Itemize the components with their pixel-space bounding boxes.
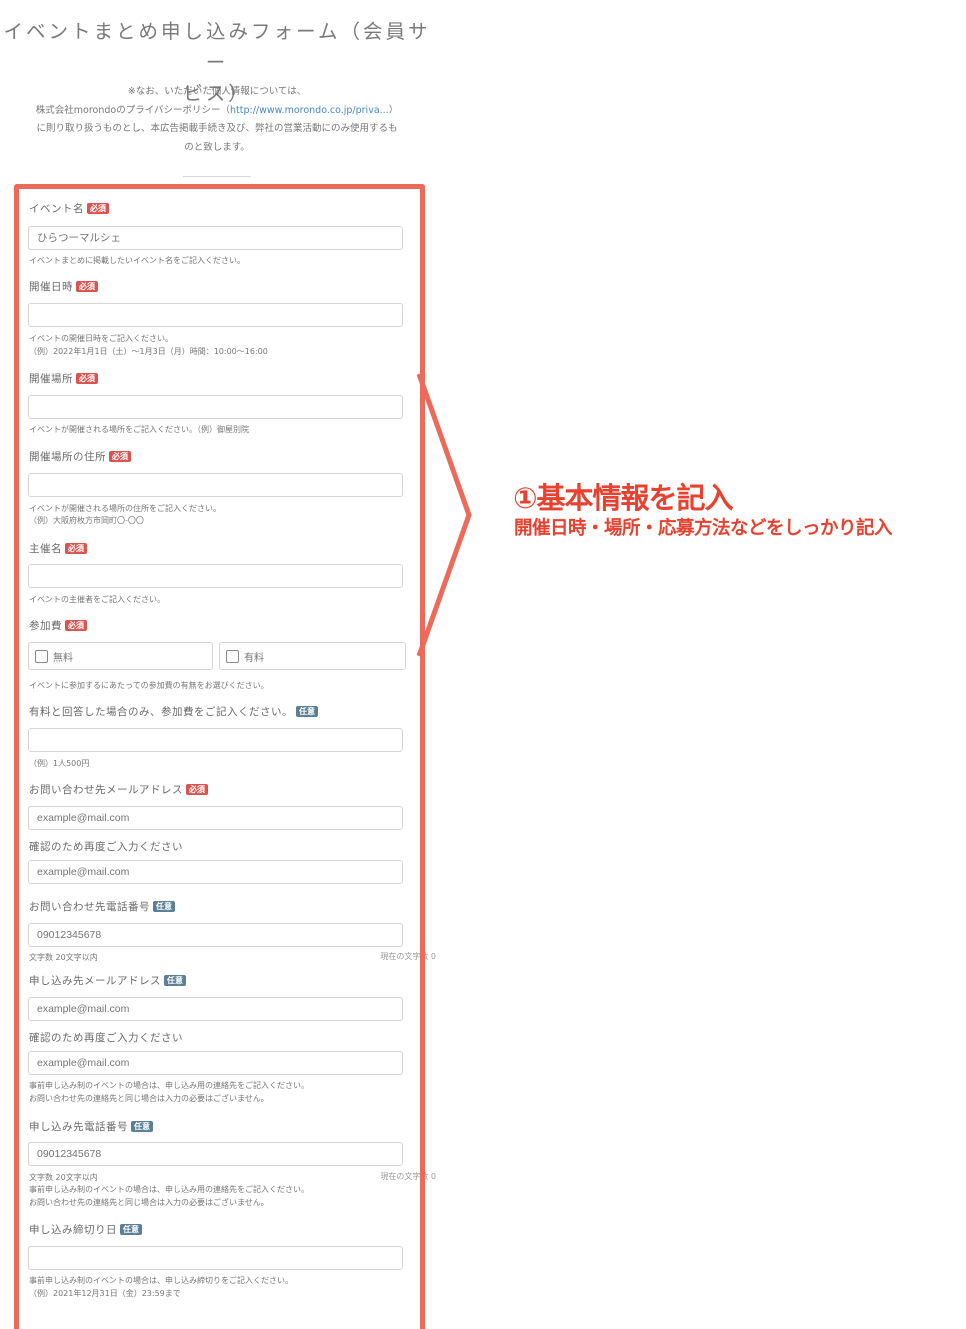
notice-line: ※なお、いただいた個人情報については、 (127, 86, 307, 97)
privacy-notice: ※なお、いただいた個人情報については、 株式会社morondoのプライバシーポリ… (0, 83, 434, 157)
notice-text: 株式会社morondoのプライバシーポリシー（ (35, 104, 231, 116)
callout-arrow-icon (416, 373, 472, 657)
divider (183, 176, 251, 177)
annotation-title: ①基本情報を記入 (513, 481, 734, 515)
notice-text: ） (388, 104, 399, 116)
highlight-frame (14, 184, 425, 1329)
notice-line: に則り取り扱うものとし、本広告掲載手続き及び、弊社の営業活動にのみ使用するも (36, 123, 398, 134)
form-title-line: イベントまとめ申し込みフォーム（会員サー (3, 20, 431, 74)
notice-line: 株式会社morondoのプライバシーポリシー（http://www.morond… (0, 102, 434, 121)
annotation-subtitle: 開催日時・場所・応募方法などをしっかり記入 (514, 518, 893, 539)
privacy-policy-link[interactable]: http://www.morondo.co.jp/priva... (230, 105, 389, 116)
notice-line: のと致します。 (184, 141, 250, 153)
